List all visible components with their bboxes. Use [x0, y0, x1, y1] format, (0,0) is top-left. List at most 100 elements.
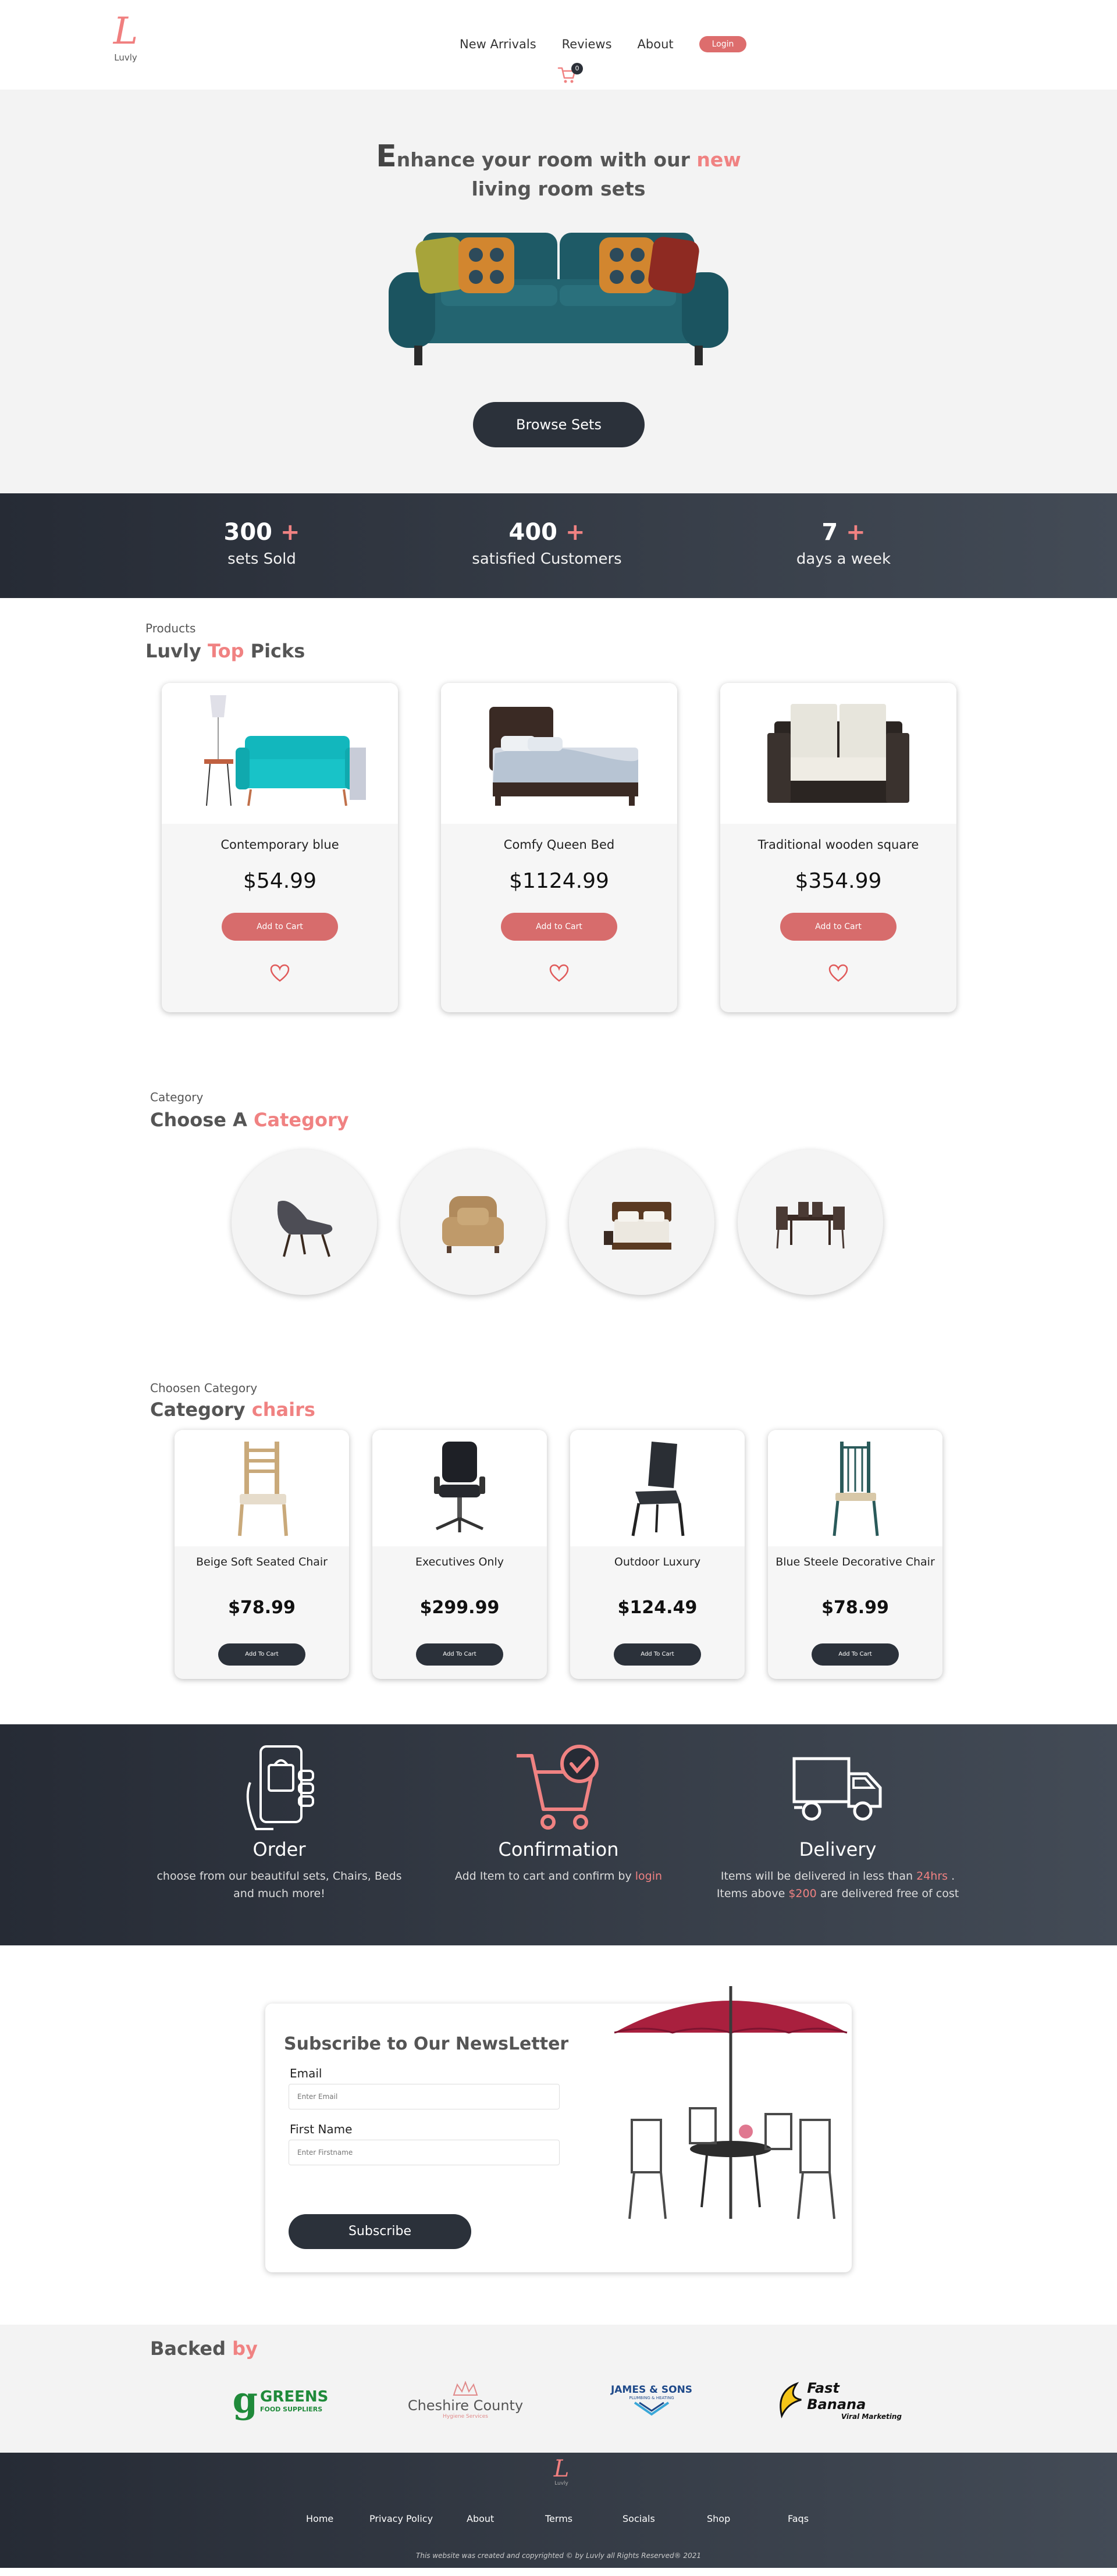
add-to-cart-button[interactable]: Add To Cart	[614, 1643, 701, 1666]
product-name: Comfy Queen Bed	[503, 838, 615, 852]
product-card: Contemporary blue $54.99 Add to Cart	[162, 683, 398, 1012]
cart-count-badge: 0	[571, 63, 583, 74]
add-to-cart-button[interactable]: Add to Cart	[222, 913, 338, 941]
login-button[interactable]: Login	[699, 36, 747, 52]
email-label: Email	[290, 2066, 322, 2080]
stat-label: days a week	[796, 550, 891, 568]
chair-card: Blue Steele Decorative Chair $78.99 Add …	[768, 1430, 942, 1679]
footer-link-home[interactable]: Home	[306, 2513, 333, 2524]
chair-image	[372, 1430, 547, 1546]
product-name: Contemporary blue	[220, 838, 339, 852]
stats-banner: 300 + sets Sold 400 + satisfied Customer…	[0, 493, 1117, 598]
logo-text: Luvly	[114, 52, 137, 63]
product-price: $354.99	[795, 869, 882, 893]
cart-check-icon	[425, 1742, 692, 1835]
logo[interactable]: L Luvly	[108, 13, 143, 63]
footer-link-privacy-policy[interactable]: Privacy Policy	[369, 2513, 433, 2524]
chair-price: $124.49	[617, 1597, 698, 1618]
truck-icon	[704, 1742, 972, 1835]
chair-name: Beige Soft Seated Chair	[196, 1556, 328, 1568]
category-section: Category Choose A Category	[0, 1075, 1117, 1381]
product-price: $1124.99	[509, 869, 609, 893]
category-lounge-chair[interactable]	[232, 1150, 377, 1295]
category-bed[interactable]	[569, 1150, 714, 1295]
stat-days: 7 + days a week	[774, 519, 913, 568]
add-to-cart-button[interactable]: Add To Cart	[812, 1643, 899, 1666]
stat-number: 400 +	[508, 519, 585, 546]
stat-label: sets Sold	[227, 550, 296, 568]
sponsor-greens-logo: g GREENS FOOD SUPPLIERS	[232, 2379, 329, 2421]
footer-logo-text: Luvly	[554, 2481, 568, 2486]
cart-button[interactable]: 0	[557, 63, 583, 88]
add-to-cart-button[interactable]: Add To Cart	[218, 1643, 305, 1666]
add-to-cart-button[interactable]: Add To Cart	[416, 1643, 503, 1666]
footer-link-socials[interactable]: Socials	[622, 2513, 655, 2524]
first-name-field[interactable]	[289, 2140, 560, 2165]
product-card: Comfy Queen Bed $1124.99 Add to Cart	[441, 683, 677, 1012]
footer-link-faqs[interactable]: Faqs	[788, 2513, 809, 2524]
heart-icon[interactable]	[549, 964, 570, 983]
add-to-cart-button[interactable]: Add to Cart	[780, 913, 897, 941]
top-picks-section: Products Luvly Top Picks Contemporary bl…	[0, 598, 1117, 1075]
hero-title-highlight: new	[696, 148, 741, 171]
step-text: Items will be delivered in less than 24h…	[716, 1870, 959, 1900]
section-title: Category chairs	[150, 1399, 315, 1421]
login-link[interactable]: login	[635, 1870, 662, 1883]
sponsor-fast-banana-logo: Fast Banana Viral Marketing	[774, 2377, 902, 2424]
subscribe-button[interactable]: Subscribe	[289, 2214, 471, 2249]
step-confirmation: Confirmation Add Item to cart and confir…	[425, 1742, 692, 1885]
footer-logo-mark: L	[553, 2456, 570, 2482]
add-to-cart-button[interactable]: Add to Cart	[501, 913, 617, 941]
browse-sets-button[interactable]: Browse Sets	[473, 402, 645, 447]
chair-image	[175, 1430, 349, 1546]
chair-card: Outdoor Luxury $124.49 Add To Cart	[570, 1430, 745, 1679]
stat-number: 300 +	[223, 519, 300, 546]
step-order: Order choose from our beautiful sets, Ch…	[145, 1742, 413, 1902]
hero-title-text: nhance your room with our	[396, 148, 690, 171]
email-field[interactable]	[289, 2084, 560, 2109]
chair-name: Outdoor Luxury	[614, 1556, 701, 1568]
stat-number: 7 +	[821, 519, 866, 546]
sponsor-cheshire-logo: Cheshire County Hygiene Services	[407, 2377, 524, 2424]
heart-icon[interactable]	[269, 964, 290, 983]
hero-title: Enhance your room with our new living ro…	[0, 139, 1117, 204]
step-title: Order	[252, 1838, 306, 1860]
product-name: Traditional wooden square	[757, 838, 919, 852]
footer-logo[interactable]: L Luvly	[550, 2457, 573, 2486]
chair-name: Blue Steele Decorative Chair	[776, 1556, 935, 1568]
chair-image	[570, 1430, 745, 1546]
category-armchair[interactable]	[400, 1150, 546, 1295]
footer-link-about[interactable]: About	[467, 2513, 494, 2524]
category-dining-set[interactable]	[738, 1150, 883, 1295]
chair-price: $78.99	[228, 1597, 296, 1618]
chair-price: $299.99	[419, 1597, 500, 1618]
dining-set-image	[776, 1202, 845, 1249]
step-text: Add Item to cart and confirm by login	[454, 1870, 663, 1883]
chair-card: Executives Only $299.99 Add To Cart	[372, 1430, 547, 1679]
footer-link-shop[interactable]: Shop	[707, 2513, 730, 2524]
product-image	[720, 683, 956, 824]
section-label: Category	[150, 1090, 204, 1104]
nav-link-new-arrivals[interactable]: New Arrivals	[460, 37, 536, 51]
product-price: $54.99	[243, 869, 316, 893]
product-card: Traditional wooden square $354.99 Add to…	[720, 683, 956, 1012]
lounge-chair-image	[277, 1201, 333, 1257]
stat-label: satisfied Customers	[472, 550, 622, 568]
patio-set-image	[614, 1986, 848, 2219]
section-label: Choosen Category	[150, 1381, 258, 1395]
first-name-label: First Name	[290, 2122, 353, 2136]
chair-price: $78.99	[821, 1597, 889, 1618]
nav-link-reviews[interactable]: Reviews	[562, 37, 612, 51]
hero-title-initial: E	[376, 139, 397, 174]
heart-icon[interactable]	[828, 964, 849, 983]
phone-bag-icon	[145, 1742, 413, 1835]
step-title: Confirmation	[498, 1838, 619, 1860]
hero-title-line2: living room sets	[471, 177, 646, 200]
armchair-image	[442, 1196, 504, 1253]
nav-link-about[interactable]: About	[638, 37, 674, 51]
copyright-text: This website was created and copyrighted…	[416, 2552, 701, 2560]
product-image	[162, 683, 398, 824]
logo-mark: L	[113, 10, 138, 53]
section-label: Products	[145, 621, 196, 635]
footer-link-terms[interactable]: Terms	[545, 2513, 572, 2524]
